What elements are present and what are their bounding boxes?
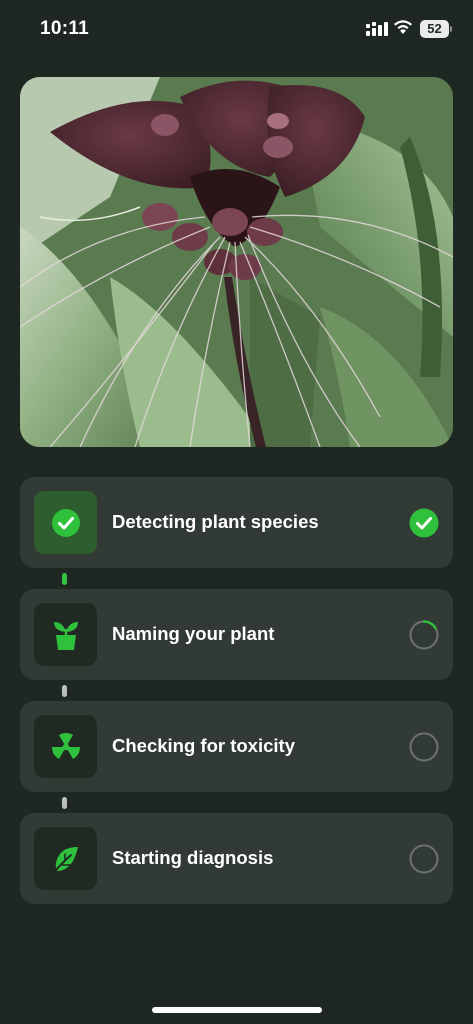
- plant-photo-image: [20, 77, 453, 447]
- signal-icon: [366, 22, 388, 36]
- check-circle-icon: [51, 508, 80, 537]
- battery-icon: 52: [420, 20, 452, 38]
- pending-circle-icon: [409, 732, 439, 762]
- step-starting-diagnosis: Starting diagnosis: [20, 813, 453, 904]
- battery-cap: [450, 26, 452, 32]
- plant-photo: [20, 77, 453, 447]
- step-label: Checking for toxicity: [112, 735, 295, 756]
- radiation-icon: [51, 732, 80, 759]
- loading-spinner-icon: [409, 620, 439, 650]
- step-icon-tile: [34, 603, 97, 666]
- screen: 10:11 52 Detecting plant species Naming …: [0, 0, 473, 1024]
- home-indicator[interactable]: [152, 1007, 322, 1013]
- step-icon-tile: [34, 491, 97, 554]
- status-bar: 10:11 52: [0, 0, 473, 60]
- pending-circle-icon: [409, 844, 439, 874]
- complete-check-icon: [409, 508, 439, 538]
- wifi-icon: [394, 20, 412, 34]
- step-checking-toxicity: Checking for toxicity: [20, 701, 453, 792]
- step-connector: [62, 797, 67, 809]
- step-connector: [62, 685, 67, 697]
- step-icon-tile: [34, 827, 97, 890]
- step-naming-plant: Naming your plant: [20, 589, 453, 680]
- status-time: 10:11: [40, 18, 90, 39]
- battery-level: 52: [427, 21, 442, 36]
- plant-pot-icon: [53, 621, 78, 650]
- step-label: Starting diagnosis: [112, 847, 274, 868]
- step-connector: [62, 573, 67, 585]
- step-label: Detecting plant species: [112, 511, 319, 532]
- leaf-icon: [52, 846, 78, 873]
- step-label: Naming your plant: [112, 623, 275, 644]
- step-detecting-species: Detecting plant species: [20, 477, 453, 568]
- step-icon-tile: [34, 715, 97, 778]
